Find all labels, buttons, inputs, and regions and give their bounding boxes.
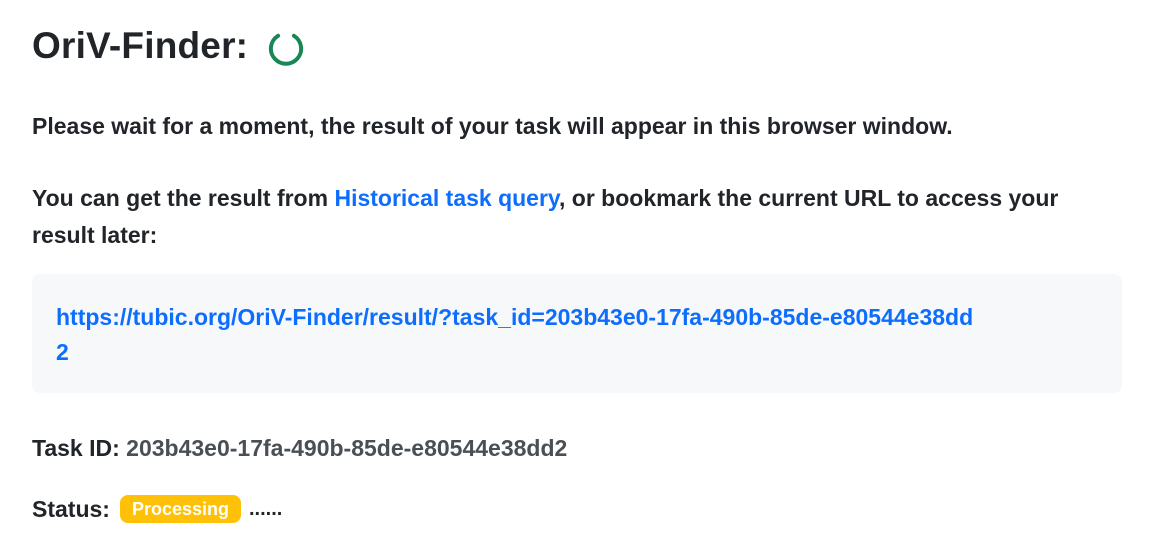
loading-spinner-icon <box>269 33 304 66</box>
query-prefix-text: You can get the result from <box>32 185 335 211</box>
query-message: You can get the result from Historical t… <box>32 180 1122 254</box>
result-url-link[interactable]: https://tubic.org/OriV-Finder/result/?ta… <box>56 300 976 370</box>
result-url-box: https://tubic.org/OriV-Finder/result/?ta… <box>32 274 1122 393</box>
task-id-label: Task ID: <box>32 435 120 461</box>
page-title: OriV-Finder: <box>32 25 249 66</box>
header: OriV-Finder: <box>32 22 304 70</box>
historical-task-query-link[interactable]: Historical task query <box>334 185 559 211</box>
status-ellipsis: ...... <box>249 498 283 520</box>
status-label: Status: <box>32 496 110 522</box>
task-id-value: 203b43e0-17fa-490b-85de-e80544e38dd2 <box>126 435 568 461</box>
status-badge: Processing <box>119 495 241 523</box>
task-id-row: Task ID: 203b43e0-17fa-490b-85de-e80544e… <box>32 432 567 464</box>
wait-message: Please wait for a moment, the result of … <box>32 113 953 139</box>
status-row: Status: Processing ...... <box>32 493 282 525</box>
